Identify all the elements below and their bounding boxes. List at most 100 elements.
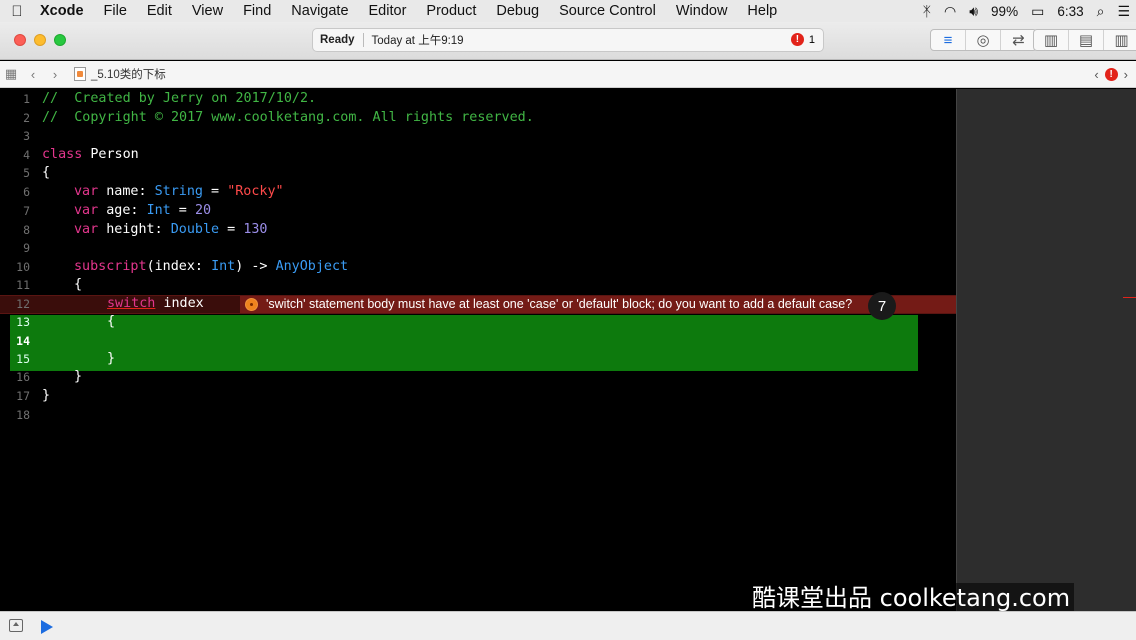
identifier: name: xyxy=(98,184,155,199)
identifier: index xyxy=(155,296,204,311)
menu-xcode[interactable]: Xcode xyxy=(34,3,94,19)
next-issue-icon[interactable]: › xyxy=(1124,67,1128,82)
keyword: var xyxy=(74,203,99,218)
line-number: 1 xyxy=(23,92,30,106)
line-number: 2 xyxy=(23,111,30,125)
menu-window[interactable]: Window xyxy=(666,3,738,19)
line-number: 12 xyxy=(16,297,30,311)
code-text: { xyxy=(107,314,116,329)
activity-viewer: Ready Today at 上午9:19 ! 1 xyxy=(312,28,824,52)
editor-mode-control: ≡ ◎ ⇄ xyxy=(930,29,1037,51)
build-status: Ready xyxy=(320,34,355,46)
wifi-icon[interactable]: ◠ xyxy=(944,3,956,20)
menu-debug[interactable]: Debug xyxy=(486,3,549,19)
battery-percent[interactable]: 99% xyxy=(991,4,1018,19)
window-controls xyxy=(14,34,66,46)
breadcrumb-file[interactable]: _5.10类的下标 xyxy=(91,66,166,82)
line-number: 10 xyxy=(16,260,30,274)
menu-help[interactable]: Help xyxy=(737,3,787,19)
line-number: 8 xyxy=(23,223,30,237)
code-text: class Person xyxy=(42,146,139,165)
error-count: 1 xyxy=(808,33,815,46)
code-text: subscript(index: Int) -> AnyObject xyxy=(74,258,348,277)
code-line: 11 { xyxy=(0,276,956,295)
keyword: var xyxy=(74,222,99,237)
build-timestamp: Today at 上午9:19 xyxy=(371,35,464,47)
code-line: 17 } xyxy=(0,387,956,406)
line-number: 11 xyxy=(16,278,30,292)
menu-find[interactable]: Find xyxy=(233,3,281,19)
click-count-badge: 7 xyxy=(868,292,896,320)
menu-view[interactable]: View xyxy=(182,3,233,19)
line-number: 3 xyxy=(23,129,30,143)
code-line: 6 var name: String = "Rocky" xyxy=(0,183,956,202)
utilities-toggle-icon[interactable]: ▥ xyxy=(1104,30,1136,50)
menu-source-control[interactable]: Source Control xyxy=(549,3,666,19)
forward-chevron-icon[interactable]: › xyxy=(44,67,66,82)
code-line: 15 } xyxy=(0,350,956,369)
menu-file[interactable]: File xyxy=(94,3,137,19)
clock[interactable]: 6:33 xyxy=(1057,4,1083,19)
source-editor[interactable]: 1 // Created by Jerry on 2017/10/2. 2 //… xyxy=(0,89,956,611)
standard-editor-icon[interactable]: ≡ xyxy=(931,30,966,50)
code-line: 3 xyxy=(0,127,956,146)
code-line: 1 // Created by Jerry on 2017/10/2. xyxy=(0,90,956,109)
debug-area-toggle-icon[interactable]: ▤ xyxy=(1069,30,1104,50)
code-text: var age: Int = 20 xyxy=(74,202,211,221)
fix-it-icon[interactable] xyxy=(245,298,258,311)
operator: = xyxy=(170,203,195,218)
issue-navigation: ‹ ! › xyxy=(1094,67,1128,82)
apple-menu-icon[interactable]:  xyxy=(0,3,34,20)
battery-icon[interactable]: ▭ xyxy=(1031,3,1044,20)
menu-navigate[interactable]: Navigate xyxy=(281,3,358,19)
navigator-toggle-icon[interactable]: ▥ xyxy=(1034,30,1069,50)
code-line: 2 // Copyright © 2017 www.coolketang.com… xyxy=(0,109,956,128)
code-text: // Copyright © 2017 www.coolketang.com. … xyxy=(42,110,534,125)
line-number: 16 xyxy=(16,370,30,384)
related-items-icon[interactable]: ▦ xyxy=(0,66,22,82)
bluetooth-icon[interactable]: ᛡ xyxy=(923,3,931,19)
code-line: 18 xyxy=(0,406,956,425)
code-text: { xyxy=(42,165,51,180)
code-line: 13 { xyxy=(0,313,956,332)
assistant-editor-icon[interactable]: ◎ xyxy=(966,30,1001,50)
minimap[interactable] xyxy=(956,89,1136,611)
keyword: var xyxy=(74,184,99,199)
identifier: age: xyxy=(98,203,147,218)
issue-error-icon[interactable]: ! xyxy=(1104,68,1118,81)
code-line: 7 var age: Int = 20 xyxy=(0,202,956,221)
type-name: Double xyxy=(170,222,220,237)
status-area: ᛡ ◠ 🔊︎ 99% ▭ 6:33 ⌕ ☰ xyxy=(923,0,1130,22)
close-window-button[interactable] xyxy=(14,34,26,46)
string-literal: "Rocky" xyxy=(227,184,284,199)
spotlight-search-icon[interactable]: ⌕ xyxy=(1097,3,1105,20)
menu-editor[interactable]: Editor xyxy=(359,3,417,19)
back-chevron-icon[interactable]: ‹ xyxy=(22,67,44,82)
run-icon[interactable] xyxy=(41,620,53,634)
line-number: 17 xyxy=(16,389,30,403)
menu-bar:  Xcode File Edit View Find Navigate Edi… xyxy=(0,0,1136,22)
minimize-window-button[interactable] xyxy=(34,34,46,46)
number-literal: 130 xyxy=(243,222,268,237)
type-name: Int xyxy=(211,259,236,274)
fullscreen-window-button[interactable] xyxy=(54,34,66,46)
code-line: 9 xyxy=(0,239,956,258)
code-text: } xyxy=(74,369,83,384)
error-text: 'switch' statement body must have at lea… xyxy=(266,297,853,311)
show-debug-area-icon[interactable] xyxy=(9,619,23,632)
code-line: 10 subscript(index: Int) -> AnyObject xyxy=(0,258,956,277)
operator: = xyxy=(203,184,228,199)
volume-icon[interactable]: 🔊︎ xyxy=(969,3,978,20)
inline-error-message[interactable]: 'switch' statement body must have at lea… xyxy=(240,296,956,313)
type-name: String xyxy=(154,184,203,199)
code-text: var name: String = "Rocky" xyxy=(74,183,284,202)
version-editor-icon[interactable]: ⇄ xyxy=(1001,30,1036,50)
line-number: 13 xyxy=(16,315,30,329)
issue-indicator[interactable]: ! 1 xyxy=(790,33,815,46)
menu-product[interactable]: Product xyxy=(416,3,486,19)
notification-center-icon[interactable]: ☰ xyxy=(1117,3,1130,20)
number-literal: 20 xyxy=(194,203,212,218)
menu-edit[interactable]: Edit xyxy=(137,3,182,19)
previous-issue-icon[interactable]: ‹ xyxy=(1094,67,1098,82)
minimap-error-marker xyxy=(1123,297,1136,298)
